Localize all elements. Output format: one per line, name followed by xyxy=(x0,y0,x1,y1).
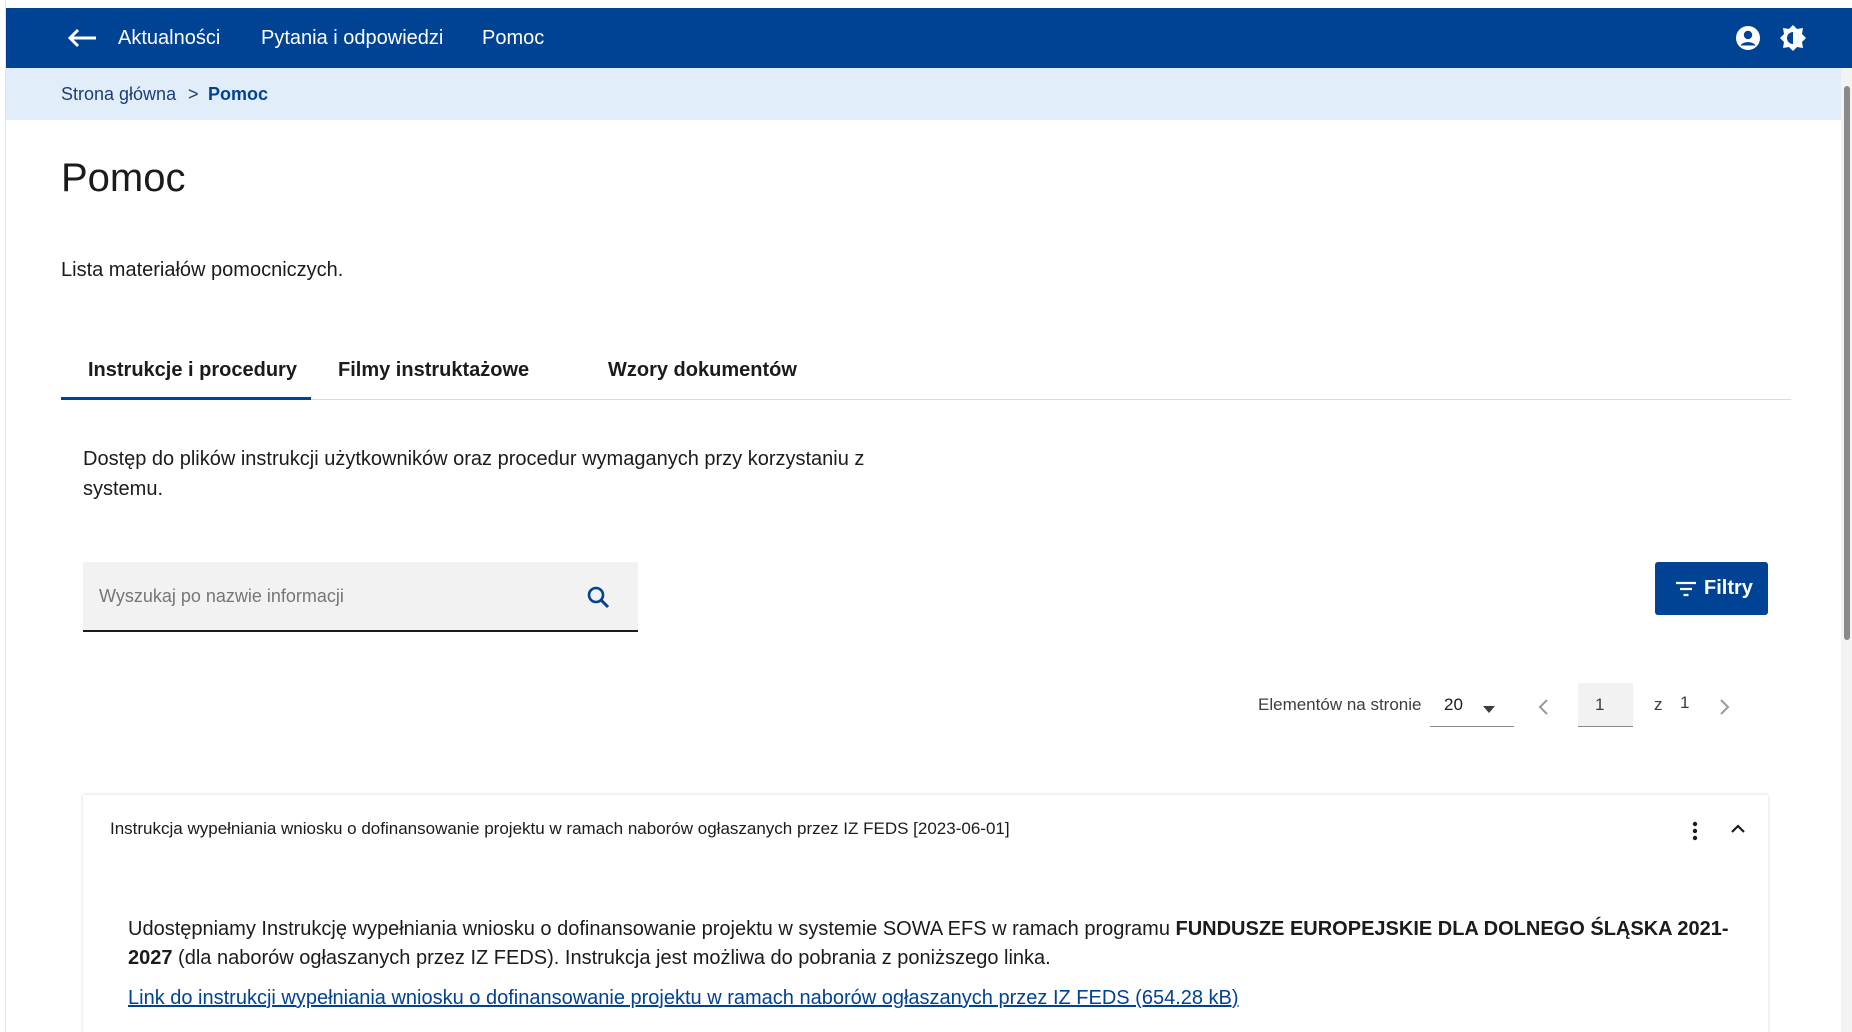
tab-document-templates[interactable]: Wzory dokumentów xyxy=(581,348,824,400)
breadcrumb-separator: > xyxy=(188,84,199,104)
help-item-description: Udostępniamy Instrukcję wypełniania wnio… xyxy=(128,915,1748,973)
left-border xyxy=(0,0,6,1032)
help-item-description-text: Udostępniamy Instrukcję wypełniania wnio… xyxy=(128,918,1176,940)
breadcrumb-home-link[interactable]: Strona główna xyxy=(61,84,176,105)
top-navbar: Aktualności Pytania i odpowiedzi Pomoc xyxy=(6,8,1852,68)
tab-description: Dostęp do plików instrukcji użytkowników… xyxy=(83,448,865,500)
nav-link-news[interactable]: Aktualności xyxy=(118,8,220,68)
next-page-icon[interactable] xyxy=(1712,695,1736,719)
nav-link-faq[interactable]: Pytania i odpowiedzi xyxy=(261,8,443,68)
page-of-label: z xyxy=(1654,695,1663,714)
back-arrow-icon[interactable] xyxy=(66,24,102,52)
tab-videos[interactable]: Filmy instruktażowe xyxy=(311,348,556,400)
previous-page-icon[interactable] xyxy=(1532,695,1556,719)
filter-icon xyxy=(1675,578,1697,600)
search-field xyxy=(83,562,638,632)
chevron-up-icon[interactable] xyxy=(1726,817,1750,841)
page-description: Lista materiałów pomocniczych. xyxy=(61,259,344,281)
total-pages: 1 xyxy=(1680,693,1690,712)
tab-instructions[interactable]: Instrukcje i procedury xyxy=(61,348,311,400)
current-page-value: 1 xyxy=(1595,695,1605,714)
per-page-select[interactable]: 20 xyxy=(1430,683,1514,727)
download-instruction-link[interactable]: Link do instrukcji wypełniania wniosku o… xyxy=(128,987,1239,1010)
search-icon[interactable] xyxy=(584,583,612,611)
breadcrumb: Strona główna > Pomoc xyxy=(6,68,1852,120)
dropdown-arrow-icon xyxy=(1483,701,1495,713)
page-title: Pomoc xyxy=(61,156,186,200)
more-options-icon[interactable] xyxy=(1683,819,1707,843)
help-item-title[interactable]: Instrukcja wypełniania wniosku o dofinan… xyxy=(110,819,1010,839)
per-page-value: 20 xyxy=(1444,695,1463,714)
filters-button[interactable]: Filtry xyxy=(1655,562,1768,615)
contrast-icon[interactable] xyxy=(1779,24,1807,52)
help-item-card: Instrukcja wypełniania wniosku o dofinan… xyxy=(83,795,1768,1032)
help-item-description-text-end: (dla naborów ogłaszanych przez IZ FEDS).… xyxy=(172,947,1051,969)
per-page-label: Elementów na stronie xyxy=(1258,695,1422,714)
scrollbar-thumb[interactable] xyxy=(1844,86,1850,640)
nav-link-help[interactable]: Pomoc xyxy=(482,8,544,68)
search-input[interactable] xyxy=(99,574,569,618)
page-number-input[interactable]: 1 xyxy=(1578,683,1633,727)
breadcrumb-current: Pomoc xyxy=(208,84,269,104)
filters-button-label: Filtry xyxy=(1704,577,1753,599)
user-account-icon[interactable] xyxy=(1734,24,1762,52)
tab-bar: Instrukcje i procedury Filmy instruktażo… xyxy=(61,348,1791,400)
